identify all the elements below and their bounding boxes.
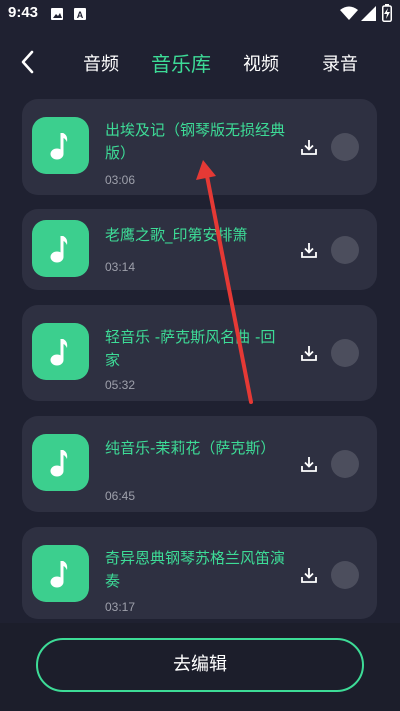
track-duration: 03:17: [105, 600, 136, 614]
music-note-icon: [50, 236, 68, 263]
track-thumbnail: [32, 545, 89, 602]
track-thumbnail: [32, 323, 89, 380]
track-title: 轻音乐 -萨克斯风名曲 -回家: [105, 328, 276, 369]
download-icon: [301, 243, 317, 258]
track-title: 老鹰之歌_印第安排箫: [105, 226, 248, 244]
music-note-icon: [50, 339, 68, 366]
music-note-icon: [50, 561, 68, 588]
track-duration: 05:32: [105, 378, 136, 392]
track-title: 奇异恩典钢琴苏格兰风笛演奏: [105, 549, 286, 590]
download-button[interactable]: [300, 241, 318, 259]
download-icon: [301, 140, 317, 155]
select-radio[interactable]: [331, 561, 359, 589]
track-title: 出埃及记（钢琴版无损经典版）: [105, 121, 286, 162]
music-note-icon: [50, 450, 68, 477]
select-radio[interactable]: [331, 450, 359, 478]
track-title: 纯音乐-茉莉花（萨克斯）: [105, 439, 276, 457]
track-thumbnail: [32, 220, 89, 277]
select-radio[interactable]: [331, 236, 359, 264]
download-button[interactable]: [300, 344, 318, 362]
download-button[interactable]: [300, 138, 318, 156]
bottom-bar: 去编辑: [0, 623, 400, 711]
track-card[interactable]: 奇异恩典钢琴苏格兰风笛演奏 03:17: [22, 527, 377, 619]
track-duration: 03:14: [105, 260, 136, 274]
select-radio[interactable]: [331, 133, 359, 161]
edit-button[interactable]: 去编辑: [36, 638, 364, 692]
track-thumbnail: [32, 117, 89, 174]
download-button[interactable]: [300, 566, 318, 584]
music-note-icon: [50, 133, 68, 160]
track-card[interactable]: 出埃及记（钢琴版无损经典版） 03:06: [22, 99, 377, 195]
track-thumbnail: [32, 434, 89, 491]
download-icon: [301, 457, 317, 472]
download-icon: [301, 346, 317, 361]
track-card[interactable]: 轻音乐 -萨克斯风名曲 -回家 05:32: [22, 305, 377, 401]
track-duration: 06:45: [105, 489, 136, 503]
select-radio[interactable]: [331, 339, 359, 367]
track-card[interactable]: 纯音乐-茉莉花（萨克斯） 06:45: [22, 416, 377, 512]
download-icon: [301, 568, 317, 583]
download-button[interactable]: [300, 455, 318, 473]
track-list: 出埃及记（钢琴版无损经典版） 03:06 老鹰之歌_印第安排箫 03:14 轻音…: [0, 0, 400, 711]
track-duration: 03:06: [105, 173, 136, 187]
track-card[interactable]: 老鹰之歌_印第安排箫 03:14: [22, 209, 377, 290]
